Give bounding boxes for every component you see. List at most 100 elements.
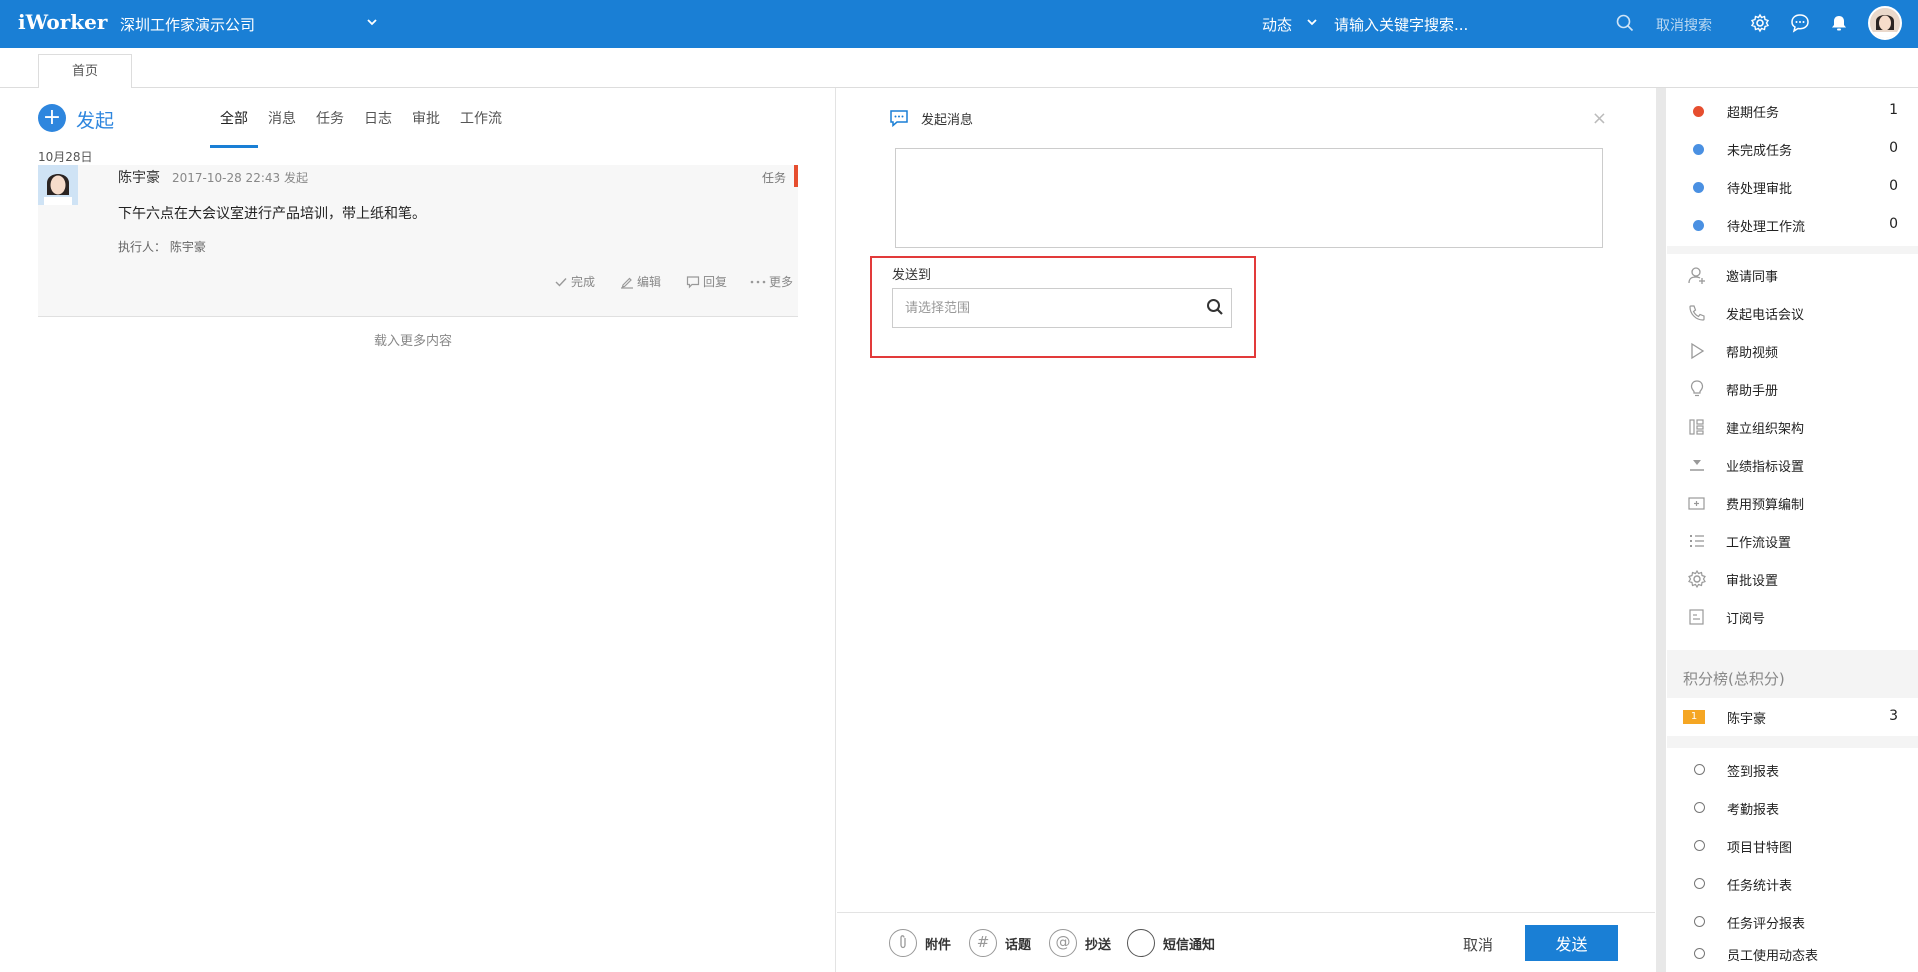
sidebar-item-help-video[interactable]: 帮助视频 [1667,331,1918,369]
item-content: 下午六点在大会议室进行产品培训，带上纸和笔。 [118,206,426,222]
top-bar: iWorker 深圳工作家演示公司 动态 请输入关键字搜索... 取消搜索 [0,0,1918,48]
report-link[interactable]: 项目甘特图 [1667,826,1918,864]
hashtag-icon: # [969,929,997,957]
chevron-down-icon[interactable] [366,16,378,32]
sidebar-item-label: 业绩指标设置 [1726,460,1805,475]
report-label: 员工使用动态表 [1727,949,1819,964]
sidebar-item-approval-settings[interactable]: 审批设置 [1667,559,1918,597]
send-button[interactable]: 发送 [1525,925,1618,961]
author-name[interactable]: 陈宇豪 [118,167,160,187]
complete-button[interactable]: 完成 [554,273,595,290]
attach-button[interactable]: 附件 [889,929,951,957]
download-icon [1690,460,1704,471]
send-to-section: 发送到 [870,256,1256,358]
feed-divider [38,316,798,317]
user-avatar[interactable] [1868,6,1902,40]
stat-label: 待处理审批 [1727,182,1793,197]
filter-tab-message[interactable]: 消息 [268,108,296,128]
close-icon[interactable]: × [1592,108,1607,129]
sms-notify-toggle[interactable]: 短信通知 [1127,929,1215,957]
scrollbar[interactable] [1656,88,1666,972]
stat-label: 待处理工作流 [1727,220,1806,235]
status-dot [1693,220,1704,231]
reply-button[interactable]: 回复 [686,273,727,290]
sidebar-item-label: 帮助手册 [1726,384,1779,399]
company-name[interactable]: 深圳工作家演示公司 [120,14,255,35]
item-executor: 执行人： 陈宇豪 [118,240,206,254]
stat-row[interactable]: 未完成任务 0 [1667,129,1918,167]
shortcut-links: 邀请同事 发起电话会议 帮助视频 帮助手册 建立组织架构 业绩指标设置 费用预算… [1667,254,1918,650]
leaderboard-row[interactable]: 1 陈宇豪 3 [1667,698,1918,736]
stat-row[interactable]: 待处理工作流 0 [1667,205,1918,243]
rank-score: 3 [1889,708,1898,724]
attach-label: 附件 [925,937,952,953]
load-more-link[interactable]: 载入更多内容 [374,330,452,349]
tab-home[interactable]: 首页 [38,54,132,89]
sidebar-item-label: 邀请同事 [1726,270,1779,285]
topic-label: 话题 [1005,937,1032,953]
paperclip-icon [889,929,917,957]
filter-tab-approval[interactable]: 审批 [412,108,440,128]
send-to-label: 发送到 [892,268,932,283]
gear-icon[interactable] [1750,13,1770,37]
stat-row[interactable]: 超期任务 1 [1667,91,1918,129]
phone-icon [1689,305,1705,321]
chevron-down-icon[interactable] [1306,16,1318,32]
filter-tab-log[interactable]: 日志 [364,108,392,128]
feed-item: 陈宇豪 2017-10-28 22:43 发起 任务 下午六点在大会议室进行产品… [38,165,798,317]
edit-button[interactable]: 编辑 [620,273,661,290]
sidebar-item-budget[interactable]: 费用预算编制 [1667,483,1918,521]
chat-icon[interactable] [1790,13,1810,37]
rank-name: 陈宇豪 [1727,712,1767,727]
launch-label[interactable]: 发起 [76,106,114,133]
sidebar-item-label: 发起电话会议 [1726,308,1805,323]
play-icon [1691,342,1705,360]
stat-count: 1 [1889,102,1898,118]
recipient-scope-input[interactable] [892,288,1232,328]
filter-tab-workflow[interactable]: 工作流 [460,108,502,128]
report-label: 任务评分报表 [1727,917,1806,932]
search-scope-select[interactable]: 动态 [1262,14,1292,35]
app-logo[interactable]: iWorker [18,10,107,34]
cancel-button[interactable]: 取消 [1463,934,1493,955]
pencil-icon [621,277,633,289]
search-icon[interactable] [1206,298,1224,320]
sidebar-item-subscriptions[interactable]: 订阅号 [1667,597,1918,635]
active-tab-indicator [210,145,258,148]
report-link[interactable]: 任务统计表 [1667,864,1918,902]
filter-tab-all[interactable]: 全部 [220,108,248,128]
circle-icon [1694,764,1705,775]
stat-label: 未完成任务 [1727,144,1793,159]
stat-row[interactable]: 待处理审批 0 [1667,167,1918,205]
report-label: 项目甘特图 [1727,841,1793,856]
sms-label: 短信通知 [1163,937,1216,953]
circle-icon [1694,840,1705,851]
report-link[interactable]: 考勤报表 [1667,788,1918,826]
plus-icon[interactable]: + [38,104,66,132]
bell-icon[interactable] [1829,13,1849,37]
sidebar-item-workflow-settings[interactable]: 工作流设置 [1667,521,1918,559]
filter-tab-task[interactable]: 任务 [316,108,344,128]
search-input[interactable]: 请输入关键字搜索... [1334,14,1468,35]
report-link[interactable]: 签到报表 [1667,750,1918,788]
sidebar-item-org-structure[interactable]: 建立组织架构 [1667,407,1918,445]
radio-icon [1127,929,1155,957]
stat-count: 0 [1889,140,1898,156]
sidebar-item-label: 帮助视频 [1726,346,1779,361]
circle-icon [1694,878,1705,889]
search-icon[interactable] [1616,14,1634,36]
compose-toolbar: 附件 # 话题 @ 抄送 短信通知 取消 发送 [837,912,1655,972]
sidebar-item-kpi-settings[interactable]: 业绩指标设置 [1667,445,1918,483]
report-link[interactable]: 员工使用动态表 [1667,934,1918,972]
sidebar-item-help-manual[interactable]: 帮助手册 [1667,369,1918,407]
message-textarea[interactable] [895,148,1603,248]
sidebar-item-conference-call[interactable]: 发起电话会议 [1667,293,1918,331]
cancel-search-link[interactable]: 取消搜索 [1656,15,1712,35]
report-label: 签到报表 [1727,765,1780,780]
more-button[interactable]: 更多 [750,273,793,290]
cc-button[interactable]: @ 抄送 [1049,929,1111,957]
topic-button[interactable]: # 话题 [969,929,1031,957]
leaderboard-title: 积分榜(总积分) [1683,670,1785,688]
sidebar-item-invite[interactable]: 邀请同事 [1667,255,1918,293]
author-avatar[interactable] [38,165,78,205]
